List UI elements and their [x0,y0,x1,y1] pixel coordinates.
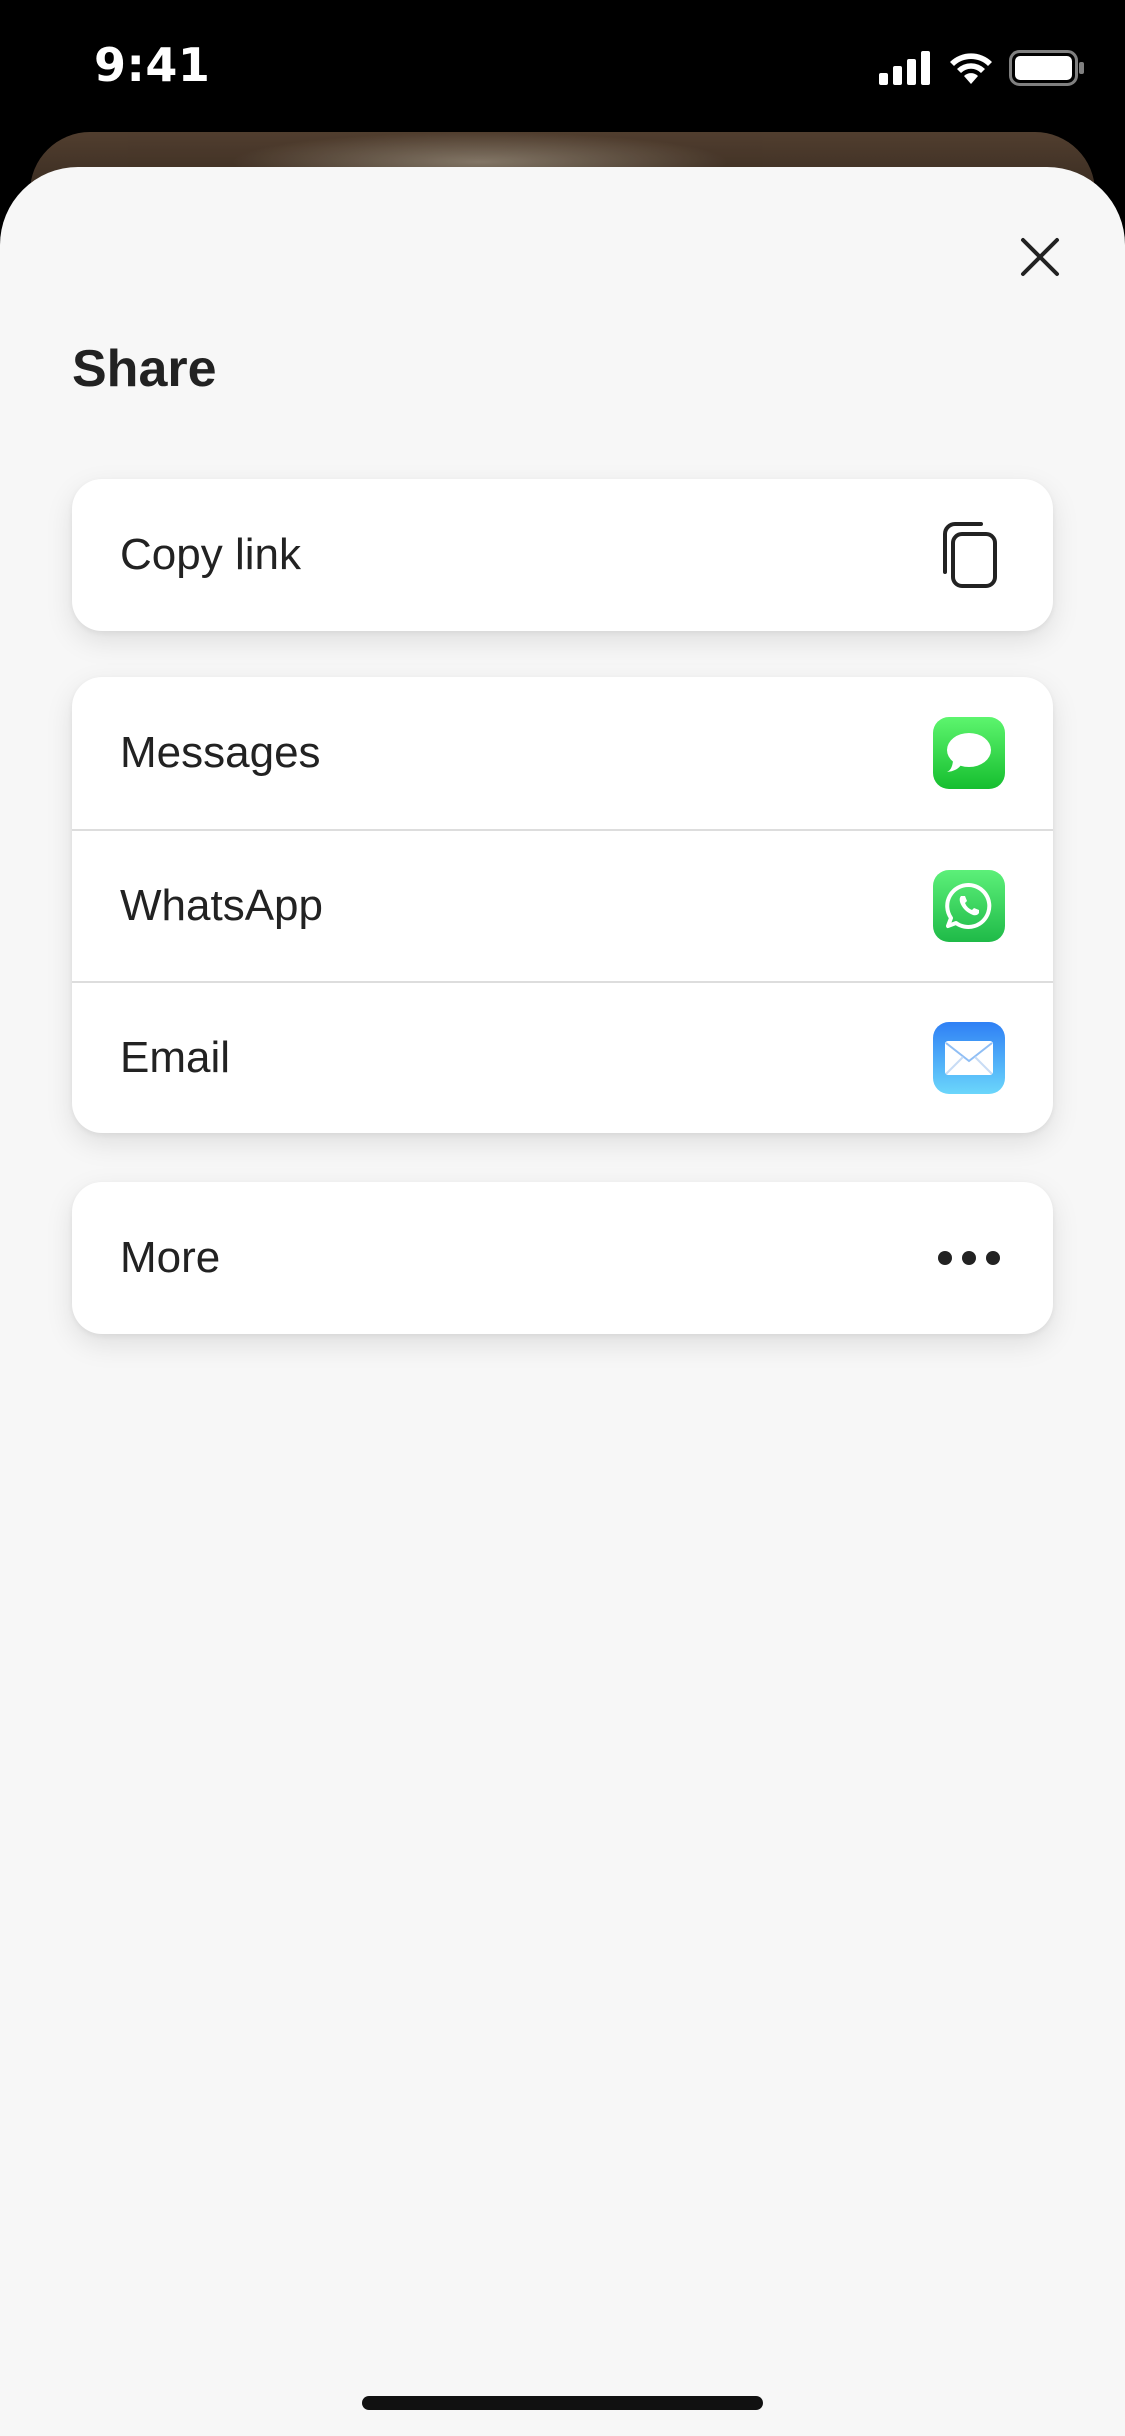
copy-link-button[interactable]: Copy link [72,479,1053,631]
messages-app-icon [933,717,1005,789]
share-screen: 9:41 Share Copy link Messages WhatsApp E… [0,0,1125,2436]
share-sheet: Share Copy link Messages WhatsApp Email … [0,167,1125,2436]
cellular-signal-icon [879,51,933,89]
copy-icon [933,519,1005,591]
home-indicator[interactable] [362,2396,763,2410]
status-time: 9:41 [94,38,211,92]
share-group-copy: Copy link [72,479,1053,631]
more-icon [933,1222,1005,1294]
more-label: More [120,1233,221,1282]
whatsapp-label: WhatsApp [120,881,323,930]
share-group-more: More [72,1182,1053,1334]
messages-button[interactable]: Messages [72,677,1053,829]
close-button[interactable] [1005,224,1075,294]
more-button[interactable]: More [72,1182,1053,1334]
whatsapp-app-icon [933,870,1005,942]
wifi-icon [947,50,995,90]
email-label: Email [120,1033,231,1082]
mail-app-icon [933,1022,1005,1094]
close-icon [1019,236,1061,282]
status-icons [879,50,1085,90]
share-group-apps: Messages WhatsApp Email [72,677,1053,1133]
battery-icon [1009,50,1085,90]
whatsapp-button[interactable]: WhatsApp [72,829,1053,981]
sheet-title: Share [72,340,217,398]
email-button[interactable]: Email [72,981,1053,1133]
copy-link-label: Copy link [120,530,301,579]
messages-label: Messages [120,728,321,777]
status-bar: 9:41 [0,0,1125,132]
